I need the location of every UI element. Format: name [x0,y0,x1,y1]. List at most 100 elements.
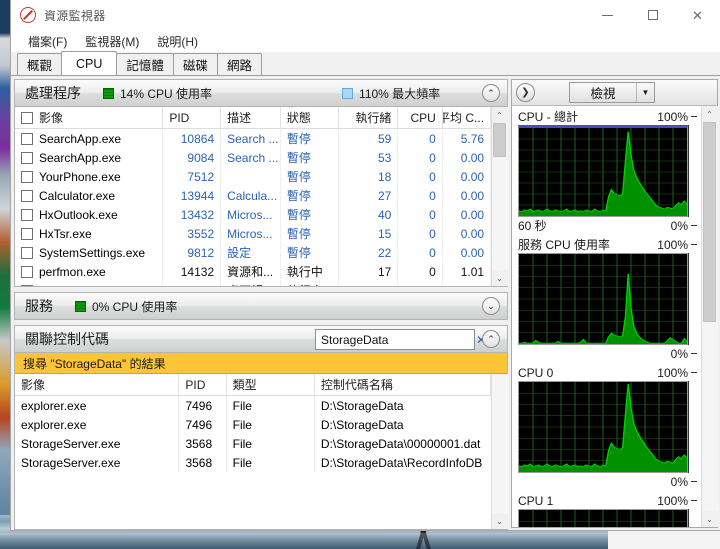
table-row[interactable]: HxTsr.exe 3552 Micros... 暫停 15 0 0.00 [15,224,491,243]
scroll-down-icon[interactable]: ⌄ [701,511,718,527]
cell-average-cpu: 0.00 [443,205,491,224]
handles-scroll-track[interactable] [491,374,508,513]
processes-scroll-thumb[interactable] [492,123,506,157]
column-header-state[interactable]: ⌃ 狀態 [281,106,339,129]
handle-search-box[interactable]: ✕ ⇄ [315,329,496,350]
services-section-header[interactable]: 服務 0% CPU 使用率 ⌄ [14,292,508,320]
cell-cpu: 0 [398,167,443,186]
column-header-description[interactable]: 描述 [221,106,281,129]
row-checkbox[interactable] [21,265,33,278]
row-checkbox[interactable] [21,284,33,286]
column-header-threads[interactable]: 執行緒 [339,106,399,129]
graph-plot-area [518,509,697,527]
column-header-image[interactable]: 影像 [15,106,164,129]
processes-collapse-button[interactable]: ⌃ [482,84,500,102]
table-row[interactable]: StorageServer.exe 3568 File D:\StorageData\… [15,434,491,453]
cell-handle-name: D:\StorageData [320,417,404,432]
cell-average-cpu: 0.00 [443,186,491,205]
cell-cpu: 0 [398,205,443,224]
graph-scrollbar[interactable]: ⌃ ⌄ [701,106,718,527]
view-dropdown-button[interactable]: 檢視 ▼ [569,82,655,103]
process-name: Calculator.exe [39,188,116,203]
cell-threads: 18 [339,167,399,186]
row-checkbox[interactable] [21,170,33,183]
row-checkbox[interactable] [21,227,33,240]
handle-search-input[interactable] [316,332,476,347]
row-checkbox[interactable] [21,132,33,145]
row-checkbox[interactable] [21,189,33,202]
tab-network[interactable]: 網路 [216,53,262,75]
tab-memory[interactable]: 記憶體 [116,53,174,75]
process-name: HxTsr.exe [39,226,92,241]
graph-toolbar: ❯ 檢視 ▼ [512,80,717,106]
tick-icon [691,244,697,245]
table-row[interactable]: explorer.exe 7496 File D:\StorageData [15,415,491,434]
table-row[interactable]: StorageServer.exe 3568 File D:\StorageData\… [15,453,491,472]
expand-panel-button[interactable]: ❯ [516,83,535,102]
processes-scrollbar[interactable]: ⌃ ⌄ [491,107,508,286]
row-checkbox[interactable] [21,151,33,164]
services-cpu-usage: 0% CPU 使用率 [92,299,178,314]
table-row[interactable]: SearchApp.exe 9084 Search ... 暫停 53 0 0.00 [15,148,491,167]
handles-section-header[interactable]: 關聯控制代碼 ✕ ⇄ ⌃ [14,325,508,353]
no-entry-icon [20,7,36,23]
handles-collapse-button[interactable]: ⌃ [482,330,500,348]
column-header-pid[interactable]: PID [163,106,222,129]
processes-scroll-track[interactable] [491,123,508,270]
menu-file[interactable]: 檔案(F) [19,31,76,52]
graph-scroll-thumb[interactable] [702,122,716,322]
table-row[interactable]: dwm.exe 1056桌面視...執行中2011.00 [15,281,491,286]
menu-monitor[interactable]: 監視器(M) [76,31,148,52]
tick-icon [691,116,697,117]
row-checkbox[interactable] [21,208,33,221]
cell-description: Micros... [221,224,281,243]
tab-overview[interactable]: 概觀 [17,53,63,75]
table-row[interactable]: YourPhone.exe 7512 暫停 18 0 0.00 [15,167,491,186]
graph-header: CPU 1 100% [518,492,697,509]
scroll-up-icon[interactable]: ⌃ [701,106,718,122]
scroll-down-icon[interactable]: ⌄ [491,513,508,529]
graph-canvas [518,509,688,527]
graph-max-label: 100% [657,237,688,252]
maximize-button[interactable] [630,0,675,30]
row-checkbox[interactable] [21,246,33,259]
scroll-up-icon[interactable]: ⌃ [491,107,508,123]
cell-description [221,167,281,186]
services-expand-button[interactable]: ⌄ [482,297,500,315]
cell-threads: 15 [339,224,399,243]
column-header-cpu[interactable]: CPU [398,106,443,129]
cell-cpu: 0 [398,148,443,167]
cell-pid: 3568 [179,453,227,472]
table-row[interactable]: SearchApp.exe 10864 Search ... 暫停 59 0 5.76 [15,129,491,148]
processes-max-frequency: 110% 最大頻率 [359,86,441,101]
graph-scroll-area: CPU - 總計 100% 60 秒 0% 服務 CPU 使用率 100% 0% CPU 0 1… [512,106,718,527]
tab-cpu[interactable]: CPU [61,51,118,75]
table-row[interactable]: perfmon.exe 14132 資源和... 執行中 17 0 1.01 [15,262,491,281]
graph-scroll-track[interactable] [701,122,718,511]
handles-scrollbar[interactable]: ⌄ [491,374,508,529]
cell-cpu: 1 [398,281,443,286]
menu-help[interactable]: 說明(H) [148,31,207,52]
handle-column-header-name[interactable]: 控制代碼名稱 [315,373,491,396]
tab-disk[interactable]: 磁碟 [172,53,218,75]
close-button[interactable]: ✕ [675,0,720,30]
column-header-average-cpu[interactable]: 平均 C... [443,106,492,129]
processes-section-header[interactable]: 處理程序 14% CPU 使用率 110% 最大頻率 ⌃ [14,79,508,107]
column-label-image: 影像 [39,111,64,125]
table-row[interactable]: explorer.exe 7496 File D:\StorageData [15,396,491,415]
cell-image: perfmon.exe [15,262,164,281]
tick-icon [691,372,697,373]
minimize-button[interactable] [585,0,630,30]
close-icon: ✕ [692,7,703,23]
scroll-down-icon[interactable]: ⌄ [491,270,508,286]
cell-pid: 7512 [163,167,222,186]
table-row[interactable]: Calculator.exe 13944 Calcula... 暫停 27 0 0.00 [15,186,491,205]
handle-column-header-pid[interactable]: PID [179,373,227,396]
tick-icon [691,500,697,501]
table-row[interactable]: HxOutlook.exe 13432 Micros... 暫停 40 0 0.00 [15,205,491,224]
table-row[interactable]: SystemSettings.exe 9812 設定 暫停 22 0 0.00 [15,243,491,262]
select-all-checkbox[interactable] [21,111,33,124]
handle-column-header-image[interactable]: ⌃ 影像 [15,373,180,396]
handle-column-header-type[interactable]: 類型 [227,373,315,396]
cell-average-cpu: 0.00 [443,167,491,186]
